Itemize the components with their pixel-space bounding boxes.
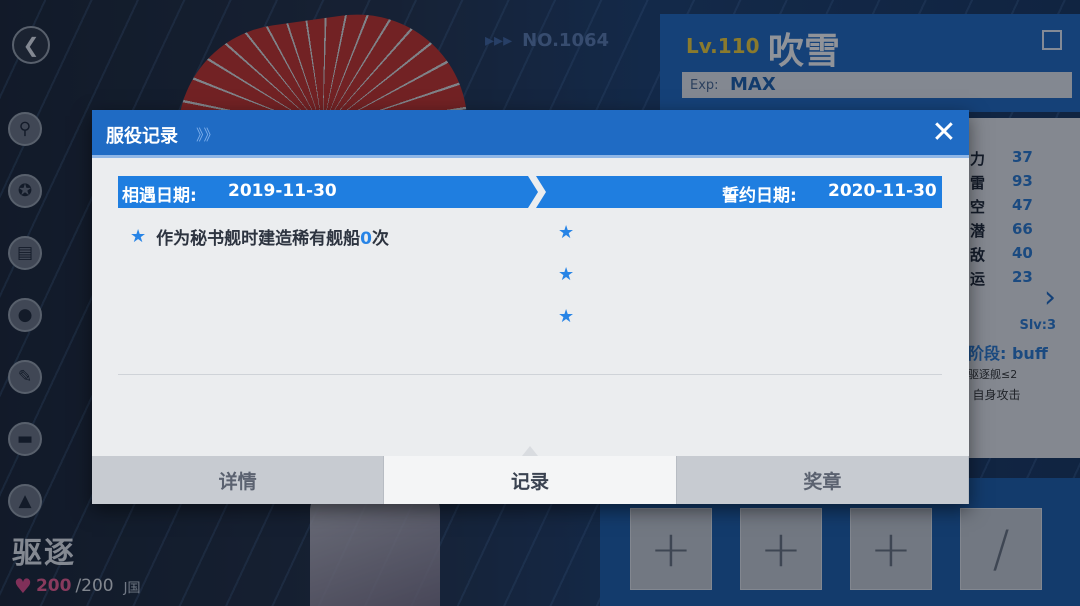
record-unit: 次: [371, 229, 389, 249]
tab-records[interactable]: 记录: [384, 456, 677, 504]
record-item: ★ 作为秘书舰时建造稀有舰船0次: [130, 224, 389, 249]
meet-date: 2019-11-30: [228, 181, 337, 201]
record-count: 0: [360, 229, 372, 249]
divider: [118, 374, 942, 375]
record-text: 作为秘书舰时建造稀有舰船0次: [156, 224, 389, 249]
title-arrows-icon: 》》: [196, 126, 219, 144]
star-icon: ★: [558, 264, 575, 285]
record-text-label: 作为秘书舰时建造稀有舰船: [156, 229, 361, 249]
service-record-dialog: 服役记录 》》 ✕ 相遇日期: 2019-11-30 誓约日期: 2020-11…: [92, 110, 969, 504]
star-icon: ★: [558, 306, 575, 327]
dialog-title: 服役记录: [106, 126, 178, 147]
oath-date-label: 誓约日期:: [722, 186, 797, 206]
oath-date: 2020-11-30: [828, 181, 937, 201]
date-bar: 相遇日期: 2019-11-30 誓约日期: 2020-11-30: [118, 176, 942, 208]
tab-medals[interactable]: 奖章: [676, 456, 969, 504]
star-icon: ★: [558, 222, 575, 243]
star-icon: ★: [130, 226, 147, 247]
close-button[interactable]: ✕: [929, 118, 959, 148]
tab-details[interactable]: 详情: [92, 456, 385, 504]
tab-indicator: [522, 446, 538, 456]
dialog-header: 服役记录 》》 ✕: [92, 110, 969, 158]
meet-date-label: 相遇日期:: [122, 186, 197, 206]
dialog-tabs: 详情 记录 奖章: [92, 456, 969, 504]
